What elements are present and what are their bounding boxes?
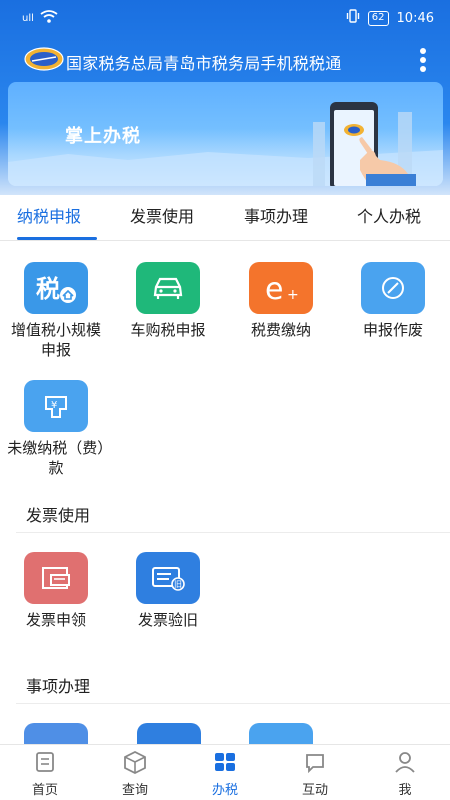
tab-personal-tax[interactable]: 个人办税 <box>357 203 421 227</box>
nav-query[interactable]: 查询 <box>105 749 165 798</box>
nav-label: 首页 <box>31 783 58 798</box>
nav-label: 我 <box>398 783 412 798</box>
home-icon <box>32 749 58 775</box>
car-icon <box>136 262 200 314</box>
clock: 10:46 <box>396 10 434 26</box>
nav-home[interactable]: 首页 <box>15 749 75 798</box>
grid-item-tax-payment[interactable]: e + 税费缴纳 <box>231 262 331 340</box>
section-title-invoice: 发票使用 <box>26 506 91 525</box>
e-plus-icon: e + <box>249 262 313 314</box>
grid-item-vat-small-scale[interactable]: 税 增值税小规模申报 <box>6 262 106 360</box>
svg-text:旧: 旧 <box>174 580 182 589</box>
grid-item-label: 增值税小规模申报 <box>10 321 101 359</box>
active-tab-indicator <box>17 237 97 240</box>
grid-item-label: 税费缴纳 <box>250 321 311 339</box>
section-title-matters: 事项办理 <box>26 677 91 696</box>
signal-icon: ull <box>22 13 34 24</box>
nav-label: 查询 <box>121 783 148 798</box>
wifi-icon <box>40 10 58 27</box>
bottom-navigation: 首页 查询 办税 互动 我 <box>0 744 450 800</box>
divider <box>16 703 450 704</box>
tab-invoice-usage[interactable]: 发票使用 <box>130 203 194 227</box>
user-icon <box>392 749 418 775</box>
vibrate-icon <box>346 9 360 27</box>
grid-item-label: 发票验旧 <box>137 611 198 629</box>
nav-label: 互动 <box>301 783 328 798</box>
box-icon <box>122 749 148 775</box>
nav-interact[interactable]: 互动 <box>285 749 345 798</box>
header: ull 62 10:46 国家税务总局青岛市税务局手机税税通 掌上办税 <box>0 0 450 205</box>
svg-text:e: e <box>265 272 283 305</box>
status-bar: ull 62 10:46 <box>0 0 450 34</box>
grid-item-label: 发票申领 <box>25 611 86 629</box>
nav-label: 办税 <box>211 783 238 798</box>
tax-house-icon: 税 <box>24 262 88 314</box>
tab-tax-declaration[interactable]: 纳税申报 <box>17 203 81 227</box>
battery-indicator: 62 <box>367 10 389 26</box>
nav-tax[interactable]: 办税 <box>195 749 255 798</box>
grid-item-label: 申报作废 <box>362 321 423 339</box>
void-icon <box>361 262 425 314</box>
grid-item-unpaid-tax[interactable]: ¥ 未缴纳税（费）款 <box>6 380 106 478</box>
category-tabs: 纳税申报 发票使用 事项办理 个人办税 <box>0 195 450 241</box>
grid-item-invoice-apply[interactable]: 发票申领 <box>6 552 106 630</box>
unpaid-icon: ¥ <box>24 380 88 432</box>
nav-me[interactable]: 我 <box>375 749 435 798</box>
invoice-check-icon: 旧 <box>136 552 200 604</box>
svg-text:¥: ¥ <box>51 400 57 411</box>
tab-matters[interactable]: 事项办理 <box>244 203 308 227</box>
grid-item-declaration-void[interactable]: 申报作废 <box>343 262 443 340</box>
grid-item-label: 未缴纳税（费）款 <box>7 439 105 477</box>
grid-item-invoice-check[interactable]: 旧 发票验旧 <box>118 552 218 630</box>
divider <box>16 532 450 533</box>
banner[interactable]: 掌上办税 <box>8 82 443 186</box>
svg-text:+: + <box>287 287 299 303</box>
grid-item-vehicle-tax[interactable]: 车购税申报 <box>118 262 218 340</box>
title-bar: 国家税务总局青岛市税务局手机税税通 <box>0 40 450 80</box>
grid-item-label: 车购税申报 <box>130 321 206 339</box>
invoice-apply-icon <box>24 552 88 604</box>
app-title: 国家税务总局青岛市税务局手机税税通 <box>66 54 342 73</box>
grid-icon <box>212 749 238 775</box>
chat-icon <box>302 749 328 775</box>
banner-title: 掌上办税 <box>65 126 141 147</box>
app-logo <box>24 46 64 72</box>
more-menu-icon[interactable] <box>420 48 426 72</box>
svg-text:税: 税 <box>36 275 60 303</box>
